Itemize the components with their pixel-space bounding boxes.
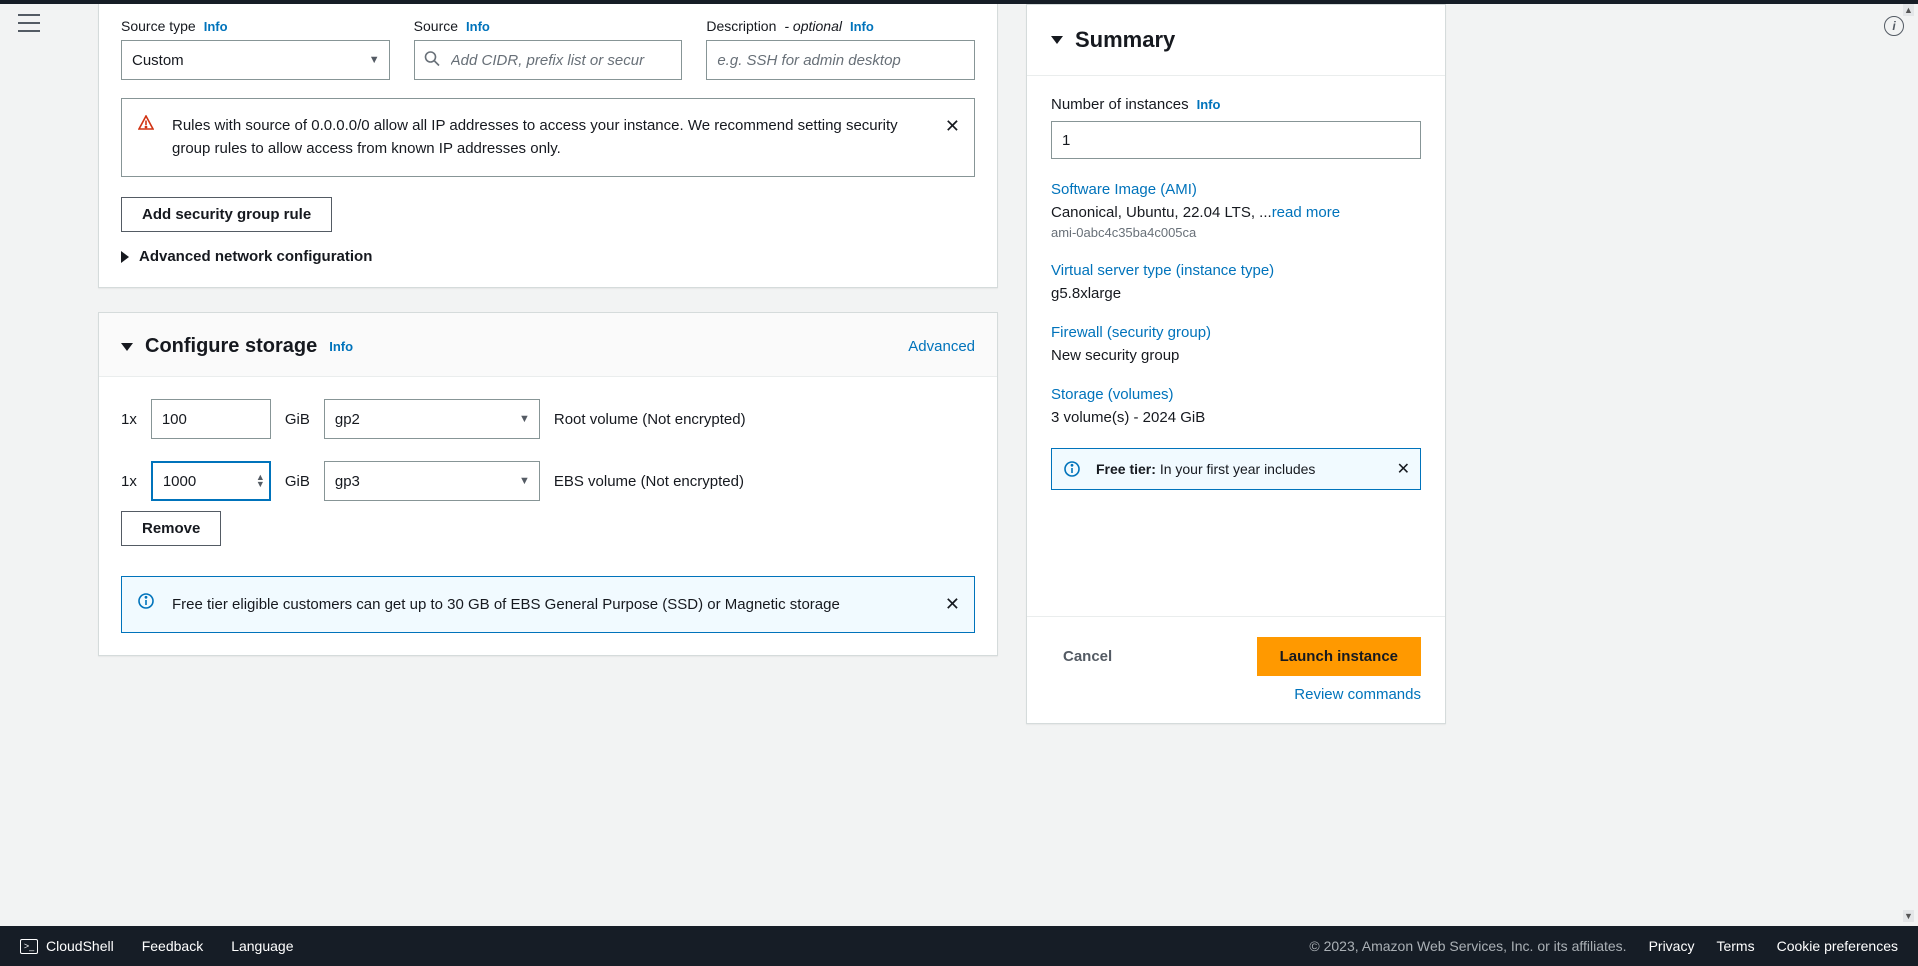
- storage-type-select-0[interactable]: gp2: [324, 399, 540, 439]
- summary-ami-text: Canonical, Ubuntu, 22.04 LTS, ...: [1051, 204, 1272, 221]
- description-optional: - optional: [784, 18, 842, 34]
- free-tier-label: Free tier:: [1096, 461, 1156, 477]
- storage-desc: EBS volume (Not encrypted): [554, 473, 744, 490]
- storage-unit: GiB: [285, 473, 310, 490]
- cloudshell-button[interactable]: >_ CloudShell: [20, 938, 114, 954]
- source-info-link[interactable]: Info: [466, 19, 490, 34]
- num-instances-label: Number of instances: [1051, 96, 1189, 113]
- storage-type-select-1[interactable]: gp3: [324, 461, 540, 501]
- summary-firewall-link[interactable]: Firewall (security group): [1051, 324, 1421, 341]
- source-type-label: Source type: [121, 18, 196, 34]
- summary-storage-value: 3 volume(s) - 2024 GiB: [1051, 409, 1421, 426]
- source-input[interactable]: [414, 40, 683, 80]
- privacy-link[interactable]: Privacy: [1649, 938, 1695, 954]
- language-link[interactable]: Language: [231, 938, 293, 954]
- description-input[interactable]: [706, 40, 975, 80]
- copyright-text: © 2023, Amazon Web Services, Inc. or its…: [1309, 938, 1626, 954]
- caret-down-icon: [1051, 36, 1063, 44]
- hamburger-menu-icon[interactable]: [18, 14, 40, 32]
- caret-down-icon: [121, 343, 133, 351]
- warning-icon: [138, 115, 154, 139]
- help-info-icon[interactable]: i: [1884, 16, 1904, 36]
- storage-free-tier-box: Free tier eligible customers can get up …: [121, 576, 975, 633]
- num-instances-info-link[interactable]: Info: [1197, 97, 1221, 112]
- summary-header[interactable]: Summary: [1027, 5, 1445, 76]
- scroll-up-arrow[interactable]: ▲: [1903, 4, 1914, 16]
- page-footer: >_ CloudShell Feedback Language © 2023, …: [0, 926, 1918, 966]
- caret-right-icon: [121, 251, 129, 263]
- summary-ami-link[interactable]: Software Image (AMI): [1051, 181, 1421, 198]
- configure-storage-header[interactable]: Configure storage Info Advanced: [99, 313, 997, 377]
- feedback-link[interactable]: Feedback: [142, 938, 203, 954]
- summary-instance-type-link[interactable]: Virtual server type (instance type): [1051, 262, 1421, 279]
- configure-storage-panel: Configure storage Info Advanced 1x GiB g…: [98, 312, 998, 656]
- add-security-group-rule-button[interactable]: Add security group rule: [121, 197, 332, 232]
- storage-row-ebs: 1x ▲▼ GiB gp3 ▼ EBS volume (Not encrypte…: [121, 461, 975, 501]
- info-icon: [138, 593, 154, 616]
- summary-ami-id: ami-0abc4c35ba4c005ca: [1051, 225, 1421, 240]
- free-tier-text: In your first year includes: [1160, 461, 1316, 477]
- storage-size-input-1[interactable]: [151, 461, 271, 501]
- storage-mult: 1x: [121, 411, 137, 428]
- search-icon: [424, 51, 440, 70]
- description-label: Description: [706, 18, 776, 34]
- terms-link[interactable]: Terms: [1716, 938, 1754, 954]
- summary-firewall-value: New security group: [1051, 347, 1421, 364]
- source-label: Source: [414, 18, 458, 34]
- storage-advanced-link[interactable]: Advanced: [908, 338, 975, 355]
- configure-storage-title: Configure storage: [145, 335, 317, 358]
- cancel-button[interactable]: Cancel: [1051, 638, 1124, 675]
- number-spinner-icon[interactable]: ▲▼: [256, 474, 265, 488]
- summary-title: Summary: [1075, 27, 1175, 53]
- summary-instance-type-value: g5.8xlarge: [1051, 285, 1421, 302]
- launch-instance-button[interactable]: Launch instance: [1257, 637, 1421, 676]
- close-icon[interactable]: ✕: [945, 591, 960, 619]
- open-cidr-warning: Rules with source of 0.0.0.0/0 allow all…: [121, 98, 975, 177]
- remove-volume-button[interactable]: Remove: [121, 511, 221, 546]
- storage-unit: GiB: [285, 411, 310, 428]
- info-icon: [1064, 461, 1080, 480]
- close-icon[interactable]: ✕: [1397, 459, 1410, 479]
- advanced-network-toggle[interactable]: Advanced network configuration: [121, 248, 975, 265]
- source-type-info-link[interactable]: Info: [204, 19, 228, 34]
- storage-size-input-0[interactable]: [151, 399, 271, 439]
- cookie-preferences-link[interactable]: Cookie preferences: [1777, 938, 1898, 954]
- security-group-panel: Source type Info Custom ▼ Source I: [98, 4, 998, 288]
- storage-mult: 1x: [121, 473, 137, 490]
- storage-row-root: 1x GiB gp2 ▼ Root volume (Not encrypted): [121, 399, 975, 439]
- read-more-link[interactable]: read more: [1272, 204, 1340, 221]
- free-tier-text: Free tier eligible customers can get up …: [172, 596, 840, 613]
- summary-storage-link[interactable]: Storage (volumes): [1051, 386, 1421, 403]
- summary-free-tier-box: Free tier: In your first year includes ✕: [1051, 448, 1421, 490]
- description-info-link[interactable]: Info: [850, 19, 874, 34]
- num-instances-input[interactable]: [1051, 121, 1421, 159]
- storage-desc: Root volume (Not encrypted): [554, 411, 746, 428]
- summary-panel: Summary Number of instances Info Softwar…: [1026, 4, 1446, 724]
- close-icon[interactable]: ✕: [945, 113, 960, 140]
- warning-text: Rules with source of 0.0.0.0/0 allow all…: [172, 117, 898, 157]
- cloudshell-icon: >_: [20, 939, 38, 954]
- storage-info-link[interactable]: Info: [329, 339, 353, 354]
- source-type-select[interactable]: Custom: [121, 40, 390, 80]
- review-commands-link[interactable]: Review commands: [1294, 686, 1421, 703]
- scroll-down-arrow[interactable]: ▼: [1903, 910, 1914, 922]
